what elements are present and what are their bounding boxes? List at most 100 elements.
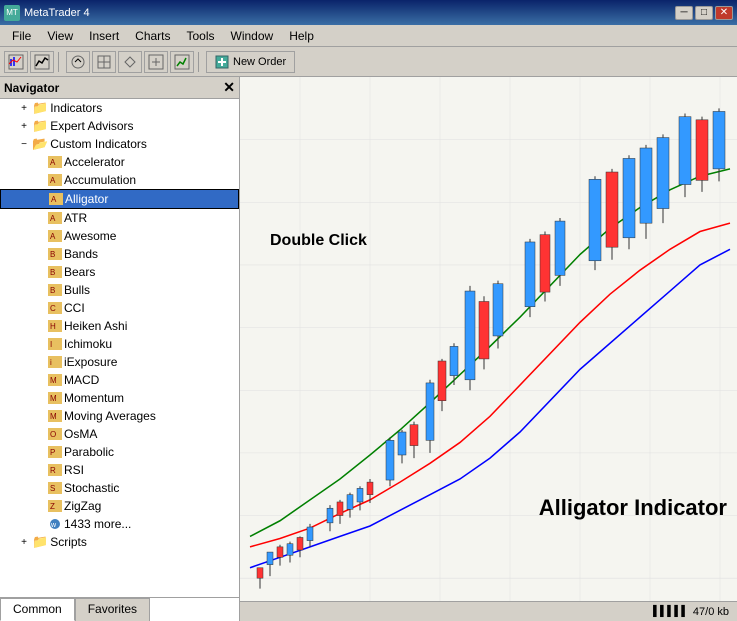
toolbar-btn-4[interactable]	[92, 51, 116, 73]
parabolic-label: Parabolic	[64, 445, 114, 459]
svg-text:C: C	[50, 304, 56, 313]
tab-common[interactable]: Common	[0, 598, 75, 621]
chart-area[interactable]: Double Click Alligator Indicator ▐▐▐▐▐ 4…	[240, 77, 737, 621]
tree-item-osma[interactable]: O OsMA	[0, 425, 239, 443]
tree-toggle-ea[interactable]: +	[16, 118, 32, 134]
menu-charts[interactable]: Charts	[127, 27, 178, 45]
nav-tree[interactable]: + 📁 Indicators + 📁 Expert Advisors − 📂 C…	[0, 99, 239, 597]
bulls-icon: B	[48, 284, 62, 296]
market-depth-icon: ▐▐▐▐▐	[649, 606, 684, 617]
tree-item-awesome[interactable]: A Awesome	[0, 227, 239, 245]
menu-help[interactable]: Help	[281, 27, 322, 45]
tree-item-accelerator[interactable]: A Accelerator	[0, 153, 239, 171]
svg-text:B: B	[50, 286, 55, 295]
minimize-button[interactable]: ─	[675, 6, 693, 20]
cci-icon: C	[48, 302, 62, 314]
tree-item-accumulation[interactable]: A Accumulation	[0, 171, 239, 189]
momentum-label: Momentum	[64, 391, 124, 405]
tree-item-custom-indicators[interactable]: − 📂 Custom Indicators	[0, 135, 239, 153]
tree-item-scripts[interactable]: + 📁 Scripts	[0, 533, 239, 551]
svg-text:P: P	[50, 448, 55, 457]
macd-label: MACD	[64, 373, 99, 387]
custom-indicators-label: Custom Indicators	[50, 137, 147, 151]
svg-text:A: A	[50, 158, 56, 167]
navigator-close-button[interactable]: ✕	[223, 79, 235, 96]
svg-text:i: i	[50, 358, 52, 367]
toolbar-btn-5[interactable]	[118, 51, 142, 73]
new-order-button[interactable]: New Order	[206, 51, 295, 73]
bulls-label: Bulls	[64, 283, 90, 297]
tree-item-heiken[interactable]: H Heiken Ashi	[0, 317, 239, 335]
heiken-icon: H	[48, 320, 62, 332]
svg-text:w: w	[50, 522, 57, 529]
indicators-folder-icon: 📁	[32, 100, 48, 116]
svg-text:B: B	[50, 250, 55, 259]
toolbar-btn-6[interactable]	[144, 51, 168, 73]
tree-item-stochastic[interactable]: S Stochastic	[0, 479, 239, 497]
indicators-label: Indicators	[50, 101, 102, 115]
tree-toggle-indicators[interactable]: +	[16, 100, 32, 116]
scripts-label: Scripts	[50, 535, 87, 549]
tab-favorites[interactable]: Favorites	[75, 598, 150, 621]
svg-text:B: B	[50, 268, 55, 277]
alligator-icon: A	[49, 193, 63, 205]
toolbar-btn-7[interactable]	[170, 51, 194, 73]
tree-item-alligator[interactable]: A Alligator	[0, 189, 239, 209]
tree-item-zigzag[interactable]: Z ZigZag	[0, 497, 239, 515]
spacer-all	[33, 191, 49, 207]
menu-window[interactable]: Window	[223, 27, 282, 45]
title-bar-controls[interactable]: ─ □ ✕	[675, 6, 733, 20]
tree-item-macd[interactable]: M MACD	[0, 371, 239, 389]
menu-file[interactable]: File	[4, 27, 39, 45]
tree-item-bands[interactable]: B Bands	[0, 245, 239, 263]
tree-item-ichimoku[interactable]: I Ichimoku	[0, 335, 239, 353]
tree-item-atr[interactable]: A ATR	[0, 209, 239, 227]
tree-item-iexposure[interactable]: i iExposure	[0, 353, 239, 371]
spacer-acc	[32, 154, 48, 170]
menu-view[interactable]: View	[39, 27, 81, 45]
tree-item-expert-advisors[interactable]: + 📁 Expert Advisors	[0, 117, 239, 135]
custom-ind-folder-icon: 📂	[32, 136, 48, 152]
toolbar-new-chart[interactable]	[4, 51, 28, 73]
svg-text:S: S	[50, 484, 55, 493]
toolbar-btn-2[interactable]	[30, 51, 54, 73]
svg-text:M: M	[50, 412, 57, 421]
stochastic-label: Stochastic	[64, 481, 119, 495]
toolbar-btn-3[interactable]	[66, 51, 90, 73]
ma-label: Moving Averages	[64, 409, 156, 423]
svg-text:H: H	[50, 322, 56, 331]
svg-text:I: I	[50, 340, 52, 349]
tree-item-indicators[interactable]: + 📁 Indicators	[0, 99, 239, 117]
osma-icon: O	[48, 428, 62, 440]
tree-item-bears[interactable]: B Bears	[0, 263, 239, 281]
macd-icon: M	[48, 374, 62, 386]
close-button[interactable]: ✕	[715, 6, 733, 20]
bears-label: Bears	[64, 265, 95, 279]
tree-item-bulls[interactable]: B Bulls	[0, 281, 239, 299]
tree-toggle-custom[interactable]: −	[16, 136, 32, 152]
toolbar-sep-2	[198, 52, 202, 72]
tree-item-rsi[interactable]: R RSI	[0, 461, 239, 479]
menu-insert[interactable]: Insert	[81, 27, 127, 45]
tree-item-ma[interactable]: M Moving Averages	[0, 407, 239, 425]
tree-item-more[interactable]: w 1433 more...	[0, 515, 239, 533]
svg-text:A: A	[50, 176, 56, 185]
navigator-header: Navigator ✕	[0, 77, 239, 99]
tree-toggle-scripts[interactable]: +	[16, 534, 32, 550]
atr-label: ATR	[64, 211, 87, 225]
more-icon: w	[48, 518, 62, 530]
title-bar-left: MT MetaTrader 4	[4, 5, 90, 21]
maximize-button[interactable]: □	[695, 6, 713, 20]
heiken-label: Heiken Ashi	[64, 319, 127, 333]
toolbar: New Order	[0, 47, 737, 77]
accelerator-icon: A	[48, 156, 62, 168]
menu-tools[interactable]: Tools	[179, 27, 223, 45]
zigzag-icon: Z	[48, 500, 62, 512]
tree-item-cci[interactable]: C CCI	[0, 299, 239, 317]
osma-label: OsMA	[64, 427, 97, 441]
tree-item-momentum[interactable]: M Momentum	[0, 389, 239, 407]
alligator-label: Alligator	[65, 192, 108, 206]
svg-text:A: A	[51, 195, 57, 204]
tree-item-parabolic[interactable]: P Parabolic	[0, 443, 239, 461]
iexposure-icon: i	[48, 356, 62, 368]
